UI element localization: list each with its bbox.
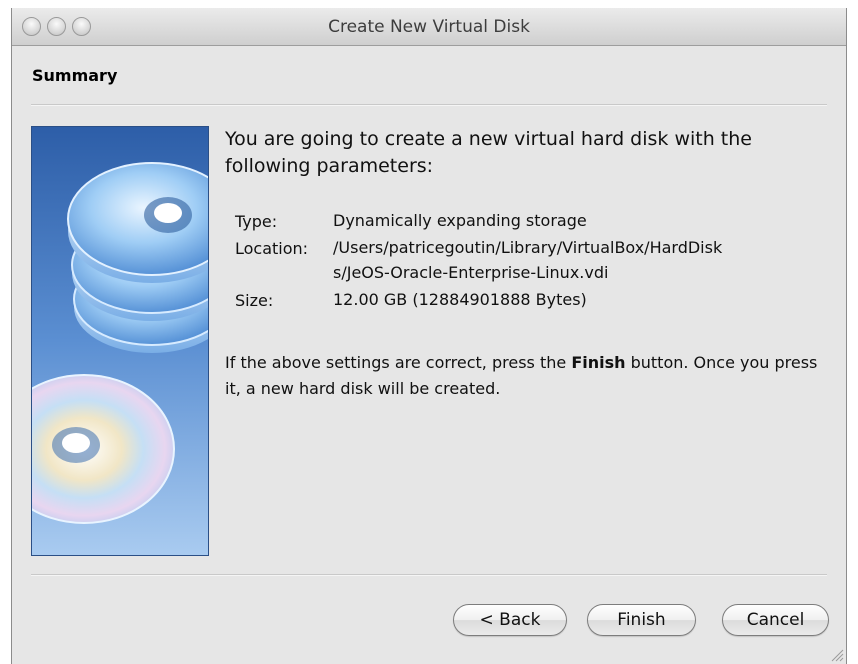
page-title: Summary bbox=[32, 66, 118, 85]
note-text-1: If the above settings are correct, press… bbox=[225, 353, 572, 372]
footer-divider bbox=[31, 574, 827, 576]
hard-disk-stack-illustration bbox=[31, 126, 209, 556]
param-value-location-line1: /Users/patricegoutin/Library/VirtualBox/… bbox=[333, 238, 723, 257]
param-label-type: Type: bbox=[235, 212, 278, 231]
header-divider bbox=[31, 104, 827, 106]
param-value-location-line2: s/JeOS-Oracle-Enterprise-Linux.vdi bbox=[333, 263, 609, 282]
cancel-button[interactable]: Cancel bbox=[722, 604, 829, 636]
summary-intro: You are going to create a new virtual ha… bbox=[225, 128, 752, 177]
dialog-window: Create New Virtual Disk Summary You are … bbox=[11, 8, 847, 664]
param-value-size: 12.00 GB (12884901888 Bytes) bbox=[333, 290, 587, 309]
back-button[interactable]: < Back bbox=[453, 604, 567, 636]
param-value-type: Dynamically expanding storage bbox=[333, 211, 587, 230]
finish-button[interactable]: Finish bbox=[587, 604, 696, 636]
resize-grip-icon[interactable] bbox=[828, 646, 844, 662]
finish-note: If the above settings are correct, press… bbox=[225, 350, 837, 402]
param-label-size: Size: bbox=[235, 291, 274, 310]
summary-content: You are going to create a new virtual ha… bbox=[225, 126, 837, 398]
note-finish-emphasis: Finish bbox=[571, 353, 626, 372]
title-bar[interactable]: Create New Virtual Disk bbox=[12, 8, 846, 46]
window-title: Create New Virtual Disk bbox=[328, 17, 530, 37]
param-label-location: Location: bbox=[235, 239, 309, 258]
